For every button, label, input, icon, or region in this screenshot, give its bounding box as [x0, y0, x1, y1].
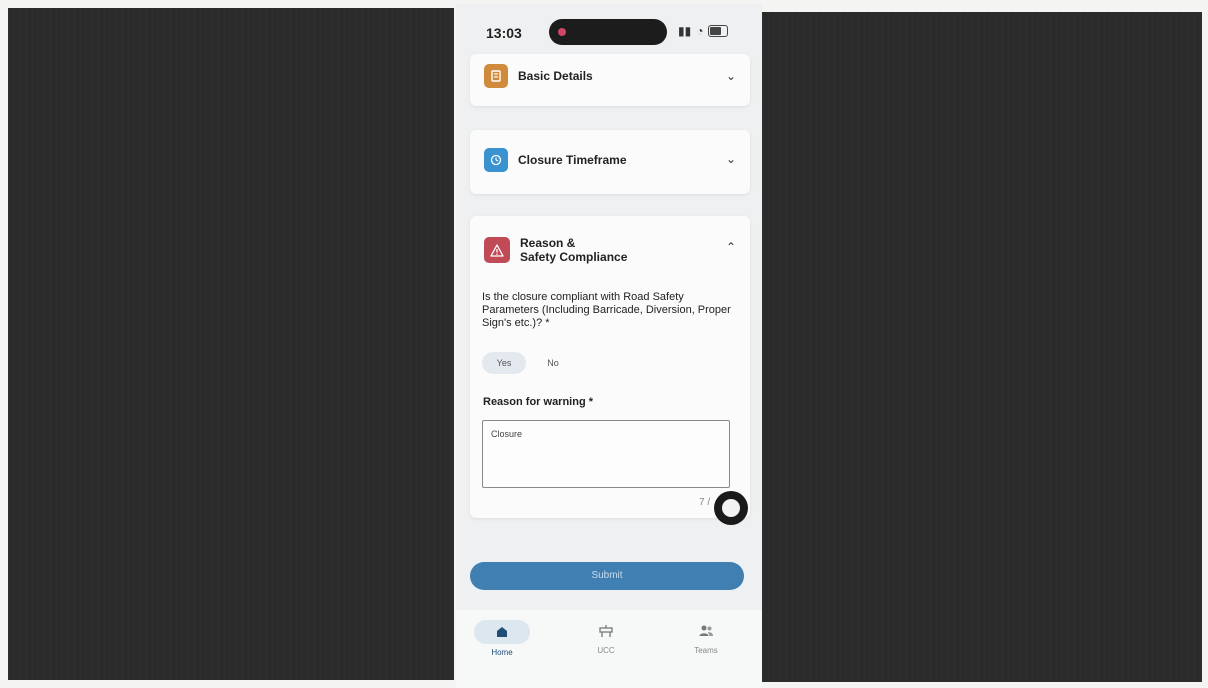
nav-item-teams[interactable]: Teams	[676, 620, 736, 655]
warning-icon	[484, 237, 510, 263]
nav-label: Teams	[694, 646, 718, 655]
people-icon	[676, 620, 736, 642]
wifi-icon: ◔	[696, 24, 704, 38]
battery-icon	[708, 25, 729, 37]
nav-label: Home	[491, 648, 513, 657]
submit-button[interactable]: Submit	[470, 562, 744, 590]
chevron-down-icon[interactable]: ⌄	[726, 152, 736, 166]
nav-item-home[interactable]: Home	[472, 620, 532, 657]
phone-screen: 13:03 ▮▮ ◔ Basic Details ⌄ Closure Timef…	[456, 4, 762, 688]
status-time: 13:03	[486, 25, 522, 41]
background-left	[8, 8, 454, 680]
char-counter: 7 /	[699, 497, 711, 508]
option-no[interactable]: No	[538, 352, 568, 374]
status-icons: ▮▮ ◔	[678, 24, 729, 38]
signal-icon: ▮▮	[678, 24, 692, 38]
reason-textarea[interactable]: Closure	[482, 420, 730, 488]
bottom-nav: Home UCC Teams	[456, 610, 762, 688]
section-basic-details[interactable]: Basic Details ⌄	[470, 54, 750, 106]
section-title: Basic Details	[518, 69, 593, 83]
nav-label: UCC	[597, 646, 615, 655]
nav-item-ucc[interactable]: UCC	[576, 620, 636, 655]
background-right	[762, 12, 1202, 682]
touch-indicator	[714, 491, 748, 525]
section-closure-timeframe[interactable]: Closure Timeframe ⌄	[470, 130, 750, 194]
option-yes[interactable]: Yes	[482, 352, 526, 374]
barrier-icon	[576, 620, 636, 642]
chevron-down-icon[interactable]: ⌄	[726, 69, 736, 83]
compliance-question: Is the closure compliant with Road Safet…	[482, 291, 731, 329]
dynamic-island	[549, 19, 667, 45]
document-icon	[484, 64, 508, 88]
section-title-line2: Safety Compliance	[520, 250, 628, 264]
reason-label: Reason for warning *	[483, 396, 594, 408]
status-bar: 13:03 ▮▮ ◔	[456, 4, 762, 58]
clock-icon	[484, 148, 508, 172]
chevron-up-icon[interactable]: ⌃	[726, 240, 736, 254]
recording-dot-icon	[558, 28, 566, 36]
home-icon	[495, 623, 509, 640]
section-title: Closure Timeframe	[518, 153, 627, 167]
section-title-line1: Reason &	[520, 236, 576, 250]
